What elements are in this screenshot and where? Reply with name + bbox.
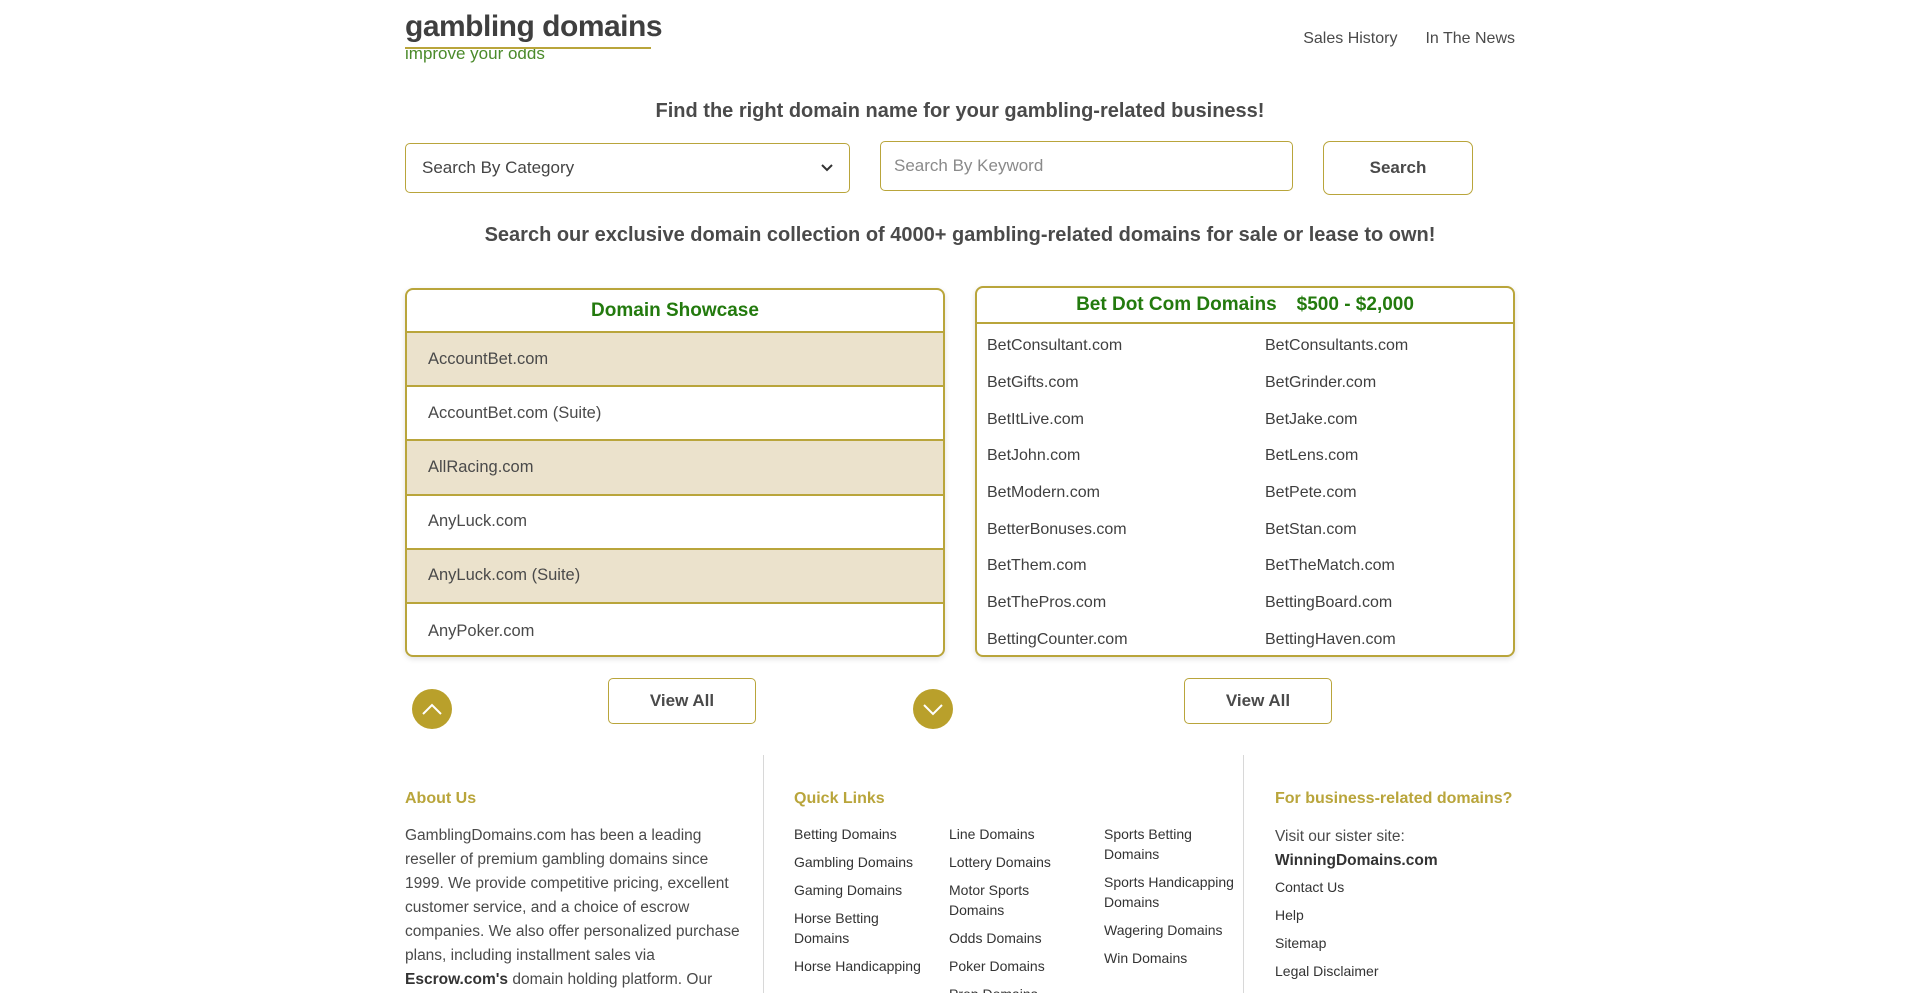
bet-domain-item[interactable]: BettingCounter.com: [987, 622, 1265, 656]
showcase-item[interactable]: AnyLuck.com: [407, 496, 943, 550]
bet-domain-grid: BetConsultant.com BetConsultants.com Bet…: [977, 324, 1513, 656]
keyword-search-input[interactable]: [880, 141, 1293, 191]
bet-domain-item[interactable]: BetModern.com: [987, 475, 1265, 512]
sister-site-label: Visit our sister site:: [1275, 828, 1405, 845]
footer-link-help[interactable]: Help: [1275, 901, 1535, 929]
showcase-view-all-button[interactable]: View All: [608, 678, 756, 724]
bet-panel-price: $500 - $2,000: [1296, 294, 1414, 315]
showcase-item[interactable]: AnyPoker.com: [407, 604, 943, 655]
scroll-up-button[interactable]: [412, 689, 452, 729]
quick-links-col-2: Line Domains Lottery Domains Motor Sport…: [949, 824, 1079, 993]
scroll-down-button[interactable]: [913, 689, 953, 729]
sister-site-link[interactable]: WinningDomains.com: [1275, 849, 1535, 873]
bet-domain-item[interactable]: BetConsultants.com: [1265, 328, 1513, 365]
category-select[interactable]: Search By Category: [405, 143, 850, 193]
footer-divider: [763, 755, 764, 993]
bet-domain-item[interactable]: BettingBoard.com: [1265, 585, 1513, 622]
bet-domain-item[interactable]: BetGrinder.com: [1265, 365, 1513, 402]
logo-text[interactable]: gambling domains: [405, 10, 663, 44]
site-header: gambling domains improve your odds Sales…: [405, 10, 1515, 70]
bet-domain-item[interactable]: BettingHaven.com: [1265, 622, 1513, 656]
bet-domain-item[interactable]: BetStan.com: [1265, 511, 1513, 548]
quick-link[interactable]: Wagering Domains: [1104, 920, 1234, 940]
quick-link[interactable]: Betting Domains: [794, 824, 924, 844]
footer-divider: [1243, 755, 1244, 993]
nav-in-the-news[interactable]: In The News: [1425, 30, 1515, 48]
search-headline: Find the right domain name for your gamb…: [655, 100, 1265, 122]
quick-link[interactable]: Lottery Domains: [949, 852, 1079, 872]
bet-domain-item[interactable]: BetThePros.com: [987, 585, 1265, 622]
chevron-down-icon: [821, 164, 833, 172]
quick-link[interactable]: Prop Domains: [949, 984, 1079, 993]
top-nav: Sales History In The News: [1303, 30, 1515, 48]
quick-link[interactable]: Odds Domains: [949, 928, 1079, 948]
bet-domain-item[interactable]: BetConsultant.com: [987, 328, 1265, 365]
showcase-item[interactable]: AccountBet.com: [407, 333, 943, 388]
logo-underline: [405, 47, 651, 49]
quick-link[interactable]: Horse Handicapping: [794, 956, 924, 976]
bet-domain-item[interactable]: BetPete.com: [1265, 475, 1513, 512]
footer-link-sitemap[interactable]: Sitemap: [1275, 929, 1535, 957]
search-button[interactable]: Search: [1323, 141, 1473, 195]
bet-domain-item[interactable]: BetThem.com: [987, 548, 1265, 585]
bet-panel-title: Bet Dot Com Domains: [1076, 294, 1277, 315]
bet-view-all-button[interactable]: View All: [1184, 678, 1332, 724]
about-text-part: GamblingDomains.com has been a leading r…: [405, 827, 740, 964]
bet-domain-item[interactable]: BetTheMatch.com: [1265, 548, 1513, 585]
bet-domain-item[interactable]: BetJake.com: [1265, 401, 1513, 438]
quick-link[interactable]: Gaming Domains: [794, 880, 924, 900]
showcase-item[interactable]: AllRacing.com: [407, 441, 943, 496]
showcase-item[interactable]: AccountBet.com (Suite): [407, 387, 943, 442]
quick-links-col-3: Sports Betting Domains Sports Handicappi…: [1104, 824, 1234, 976]
quick-links-heading: Quick Links: [794, 790, 885, 807]
bet-domain-item[interactable]: BetJohn.com: [987, 438, 1265, 475]
quick-links-col-1: Betting Domains Gambling Domains Gaming …: [794, 824, 924, 984]
business-heading: For business-related domains?: [1275, 790, 1513, 807]
bet-domain-item[interactable]: BetGifts.com: [987, 365, 1265, 402]
quick-link[interactable]: Win Domains: [1104, 948, 1234, 968]
bet-domain-item[interactable]: BetItLive.com: [987, 401, 1265, 438]
escrow-link[interactable]: Escrow.com's: [405, 971, 508, 988]
business-section: Visit our sister site: WinningDomains.co…: [1275, 825, 1535, 985]
chevron-down-icon: [923, 704, 943, 716]
domain-showcase-panel: Domain Showcase AccountBet.com AccountBe…: [405, 288, 945, 657]
about-heading: About Us: [405, 790, 477, 807]
quick-link[interactable]: Gambling Domains: [794, 852, 924, 872]
chevron-up-icon: [422, 703, 442, 715]
about-text: GamblingDomains.com has been a leading r…: [405, 824, 745, 992]
bet-domain-item[interactable]: BetLens.com: [1265, 438, 1513, 475]
footer-link-contact[interactable]: Contact Us: [1275, 873, 1535, 901]
about-text-part: domain holding platform. Our: [508, 971, 713, 988]
showcase-title: Domain Showcase: [407, 290, 943, 333]
category-select-value: Search By Category: [422, 158, 575, 177]
quick-link[interactable]: Sports Handicapping Domains: [1104, 872, 1234, 912]
bet-dot-com-panel: Bet Dot Com Domains $500 - $2,000 BetCon…: [975, 286, 1515, 657]
quick-link[interactable]: Poker Domains: [949, 956, 1079, 976]
bet-domain-item[interactable]: BetterBonuses.com: [987, 511, 1265, 548]
quick-link[interactable]: Horse Betting Domains: [794, 908, 924, 948]
collection-description: Search our exclusive domain collection o…: [484, 224, 1436, 246]
nav-sales-history[interactable]: Sales History: [1303, 30, 1397, 48]
bet-panel-header: Bet Dot Com Domains $500 - $2,000: [977, 288, 1513, 324]
showcase-item[interactable]: AnyLuck.com (Suite): [407, 549, 943, 604]
quick-link[interactable]: Sports Betting Domains: [1104, 824, 1234, 864]
quick-link[interactable]: Motor Sports Domains: [949, 880, 1079, 920]
quick-link[interactable]: Line Domains: [949, 824, 1079, 844]
footer-link-legal[interactable]: Legal Disclaimer: [1275, 957, 1535, 985]
